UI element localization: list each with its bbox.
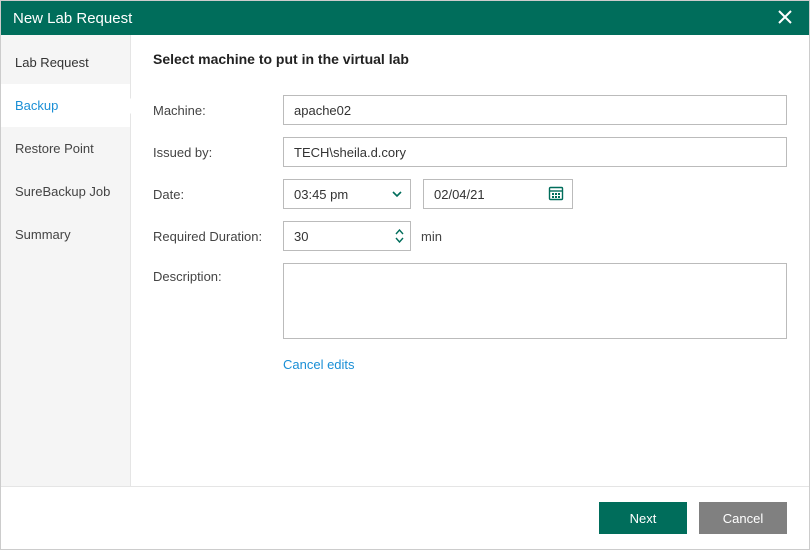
- calendar-icon: [548, 185, 564, 204]
- label-date: Date:: [153, 187, 283, 202]
- sidebar-item-lab-request[interactable]: Lab Request: [1, 41, 130, 84]
- dialog-body: Lab Request Backup Restore Point SureBac…: [1, 35, 809, 486]
- dialog-footer: Next Cancel: [1, 486, 809, 549]
- row-machine: Machine:: [153, 95, 787, 125]
- sidebar-item-label: SureBackup Job: [15, 184, 110, 199]
- next-button[interactable]: Next: [599, 502, 687, 534]
- row-cancel-edits: Cancel edits: [153, 351, 787, 372]
- dialog: New Lab Request Lab Request Backup Resto…: [0, 0, 810, 550]
- wizard-sidebar: Lab Request Backup Restore Point SureBac…: [1, 35, 131, 486]
- sidebar-item-surebackup-job[interactable]: SureBackup Job: [1, 170, 130, 213]
- sidebar-item-label: Backup: [15, 98, 58, 113]
- label-duration: Required Duration:: [153, 229, 283, 244]
- row-duration: Required Duration: 30 min: [153, 221, 787, 251]
- sidebar-item-summary[interactable]: Summary: [1, 213, 130, 256]
- row-date: Date: 03:45 pm 02/04/21: [153, 179, 787, 209]
- description-textarea[interactable]: [283, 263, 787, 339]
- time-value: 03:45 pm: [294, 187, 348, 202]
- close-button[interactable]: [773, 6, 797, 30]
- time-select[interactable]: 03:45 pm: [283, 179, 411, 209]
- duration-stepper[interactable]: 30: [283, 221, 411, 251]
- cancel-edits-link[interactable]: Cancel edits: [283, 357, 355, 372]
- machine-input[interactable]: [283, 95, 787, 125]
- sidebar-item-label: Lab Request: [15, 55, 89, 70]
- stepper-arrows[interactable]: [395, 229, 404, 243]
- duration-value: 30: [294, 229, 395, 244]
- chevron-down-icon: [395, 237, 404, 243]
- sidebar-item-label: Restore Point: [15, 141, 94, 156]
- sidebar-item-restore-point[interactable]: Restore Point: [1, 127, 130, 170]
- row-description: Description:: [153, 263, 787, 339]
- main-panel: Select machine to put in the virtual lab…: [131, 35, 809, 486]
- close-icon: [778, 10, 792, 27]
- sidebar-item-backup[interactable]: Backup: [1, 84, 130, 127]
- dialog-title: New Lab Request: [13, 10, 132, 27]
- row-issued-by: Issued by:: [153, 137, 787, 167]
- cancel-button[interactable]: Cancel: [699, 502, 787, 534]
- issued-by-input[interactable]: [283, 137, 787, 167]
- page-title: Select machine to put in the virtual lab: [153, 51, 787, 67]
- titlebar: New Lab Request: [1, 1, 809, 35]
- sidebar-item-label: Summary: [15, 227, 71, 242]
- date-value: 02/04/21: [434, 187, 485, 202]
- chevron-down-icon: [392, 187, 402, 202]
- label-description: Description:: [153, 263, 283, 284]
- chevron-up-icon: [395, 229, 404, 235]
- label-machine: Machine:: [153, 103, 283, 118]
- duration-unit: min: [421, 229, 442, 244]
- label-issued-by: Issued by:: [153, 145, 283, 160]
- date-input[interactable]: 02/04/21: [423, 179, 573, 209]
